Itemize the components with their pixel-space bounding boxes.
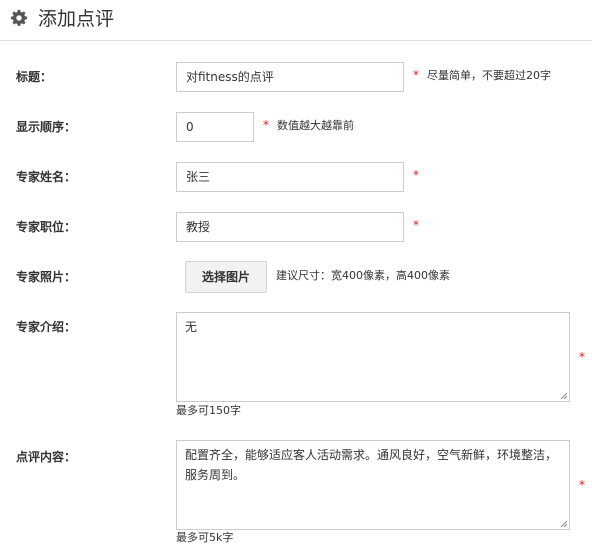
position-input[interactable]: 教授 [176, 212, 404, 242]
order-input[interactable]: 0 [176, 112, 254, 142]
choose-image-button[interactable]: 选择图片 [185, 261, 267, 293]
intro-label: 专家介绍： [16, 320, 77, 334]
photo-label: 专家照片： [16, 270, 77, 284]
order-hint: 数值越大越靠前 [277, 119, 354, 132]
intro-textarea[interactable]: 无 [176, 312, 570, 402]
intro-hint: 最多可150字 [176, 404, 241, 417]
required-mark: * [579, 350, 585, 364]
required-mark: * [263, 118, 269, 132]
order-label: 显示顺序： [16, 120, 77, 134]
title-label: 标题： [16, 70, 53, 84]
gear-icon [10, 9, 28, 26]
name-input[interactable]: 张三 [176, 162, 404, 192]
content-label: 点评内容： [16, 450, 77, 464]
page-header: 添加点评 [0, 0, 592, 41]
resize-handle-icon[interactable] [560, 392, 568, 400]
required-mark: * [413, 168, 419, 182]
content-text: 配置齐全，能够适应客人活动需求。通风良好，空气新鲜，环境整洁，服务周到。 [185, 448, 558, 482]
position-label: 专家职位： [16, 220, 77, 234]
required-mark: * [579, 478, 585, 492]
intro-text: 无 [185, 320, 198, 334]
title-input[interactable]: 对fitness的点评 [176, 62, 404, 92]
photo-hint: 建议尺寸：宽400像素，高400像素 [276, 269, 450, 282]
required-mark: * [413, 218, 419, 232]
required-mark: * [413, 68, 419, 82]
resize-handle-icon[interactable] [560, 520, 568, 528]
content-textarea[interactable]: 配置齐全，能够适应客人活动需求。通风良好，空气新鲜，环境整洁，服务周到。 [176, 440, 570, 530]
page-title: 添加点评 [38, 8, 115, 30]
name-label: 专家姓名： [16, 170, 77, 184]
title-hint: 尽量简单，不要超过20字 [427, 69, 551, 82]
